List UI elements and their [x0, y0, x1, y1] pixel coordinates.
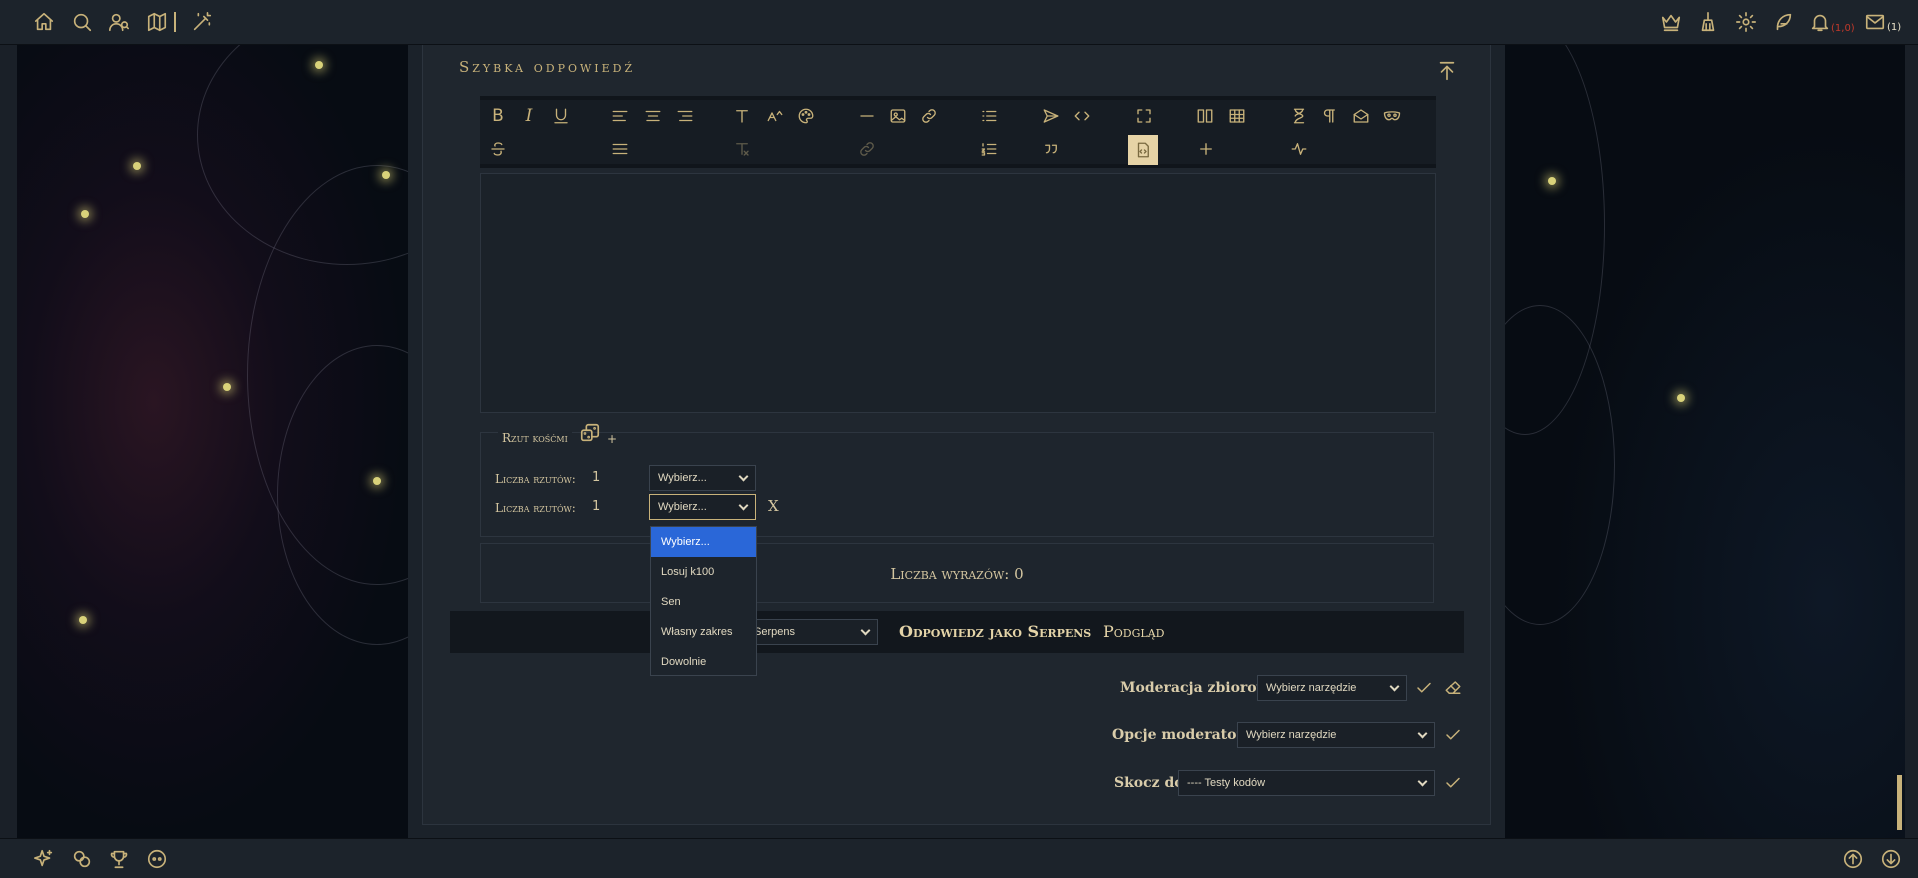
users-icon[interactable] — [106, 9, 132, 35]
pilcrow-icon[interactable] — [1318, 105, 1340, 127]
bulk-moderation-submit-icon[interactable] — [1415, 679, 1433, 701]
dice-count-input[interactable]: 1 — [592, 470, 642, 490]
jump-to-select[interactable]: ---- Testy kodów — [1178, 770, 1435, 796]
align-center-icon[interactable] — [642, 105, 664, 127]
send-icon[interactable] — [1040, 105, 1062, 127]
chevron-down-icon — [1417, 728, 1428, 738]
eraser-icon[interactable] — [1444, 679, 1462, 701]
dropdown-option[interactable]: Dowolnie — [651, 647, 756, 677]
dice-type-select[interactable]: Wybierz... — [649, 494, 756, 520]
bulk-moderation-select[interactable]: Wybierz narzędzie — [1257, 675, 1407, 701]
dropdown-option[interactable]: Losuj k100 — [651, 557, 756, 587]
reply-editor[interactable] — [480, 173, 1436, 413]
remove-dice-button[interactable]: X — [768, 497, 779, 515]
notification-count: (1,0) — [1831, 23, 1855, 34]
justify-icon[interactable] — [609, 138, 631, 160]
pulse-icon[interactable] — [1288, 138, 1310, 160]
link-icon[interactable] — [918, 105, 940, 127]
word-count: Liczba wyrazów: 0 — [890, 565, 1024, 583]
chevron-down-icon — [738, 500, 749, 510]
dice-type-select[interactable]: Wybierz... — [649, 465, 756, 491]
page-scrollbar-thumb[interactable] — [1897, 775, 1902, 830]
jump-to-value: ---- Testy kodów — [1187, 777, 1266, 789]
envelope-icon[interactable] — [1350, 105, 1372, 127]
add-dice-button[interactable]: + — [607, 432, 617, 446]
discord-icon[interactable] — [144, 846, 170, 872]
chevron-down-icon — [1417, 776, 1428, 786]
character-select-value: Serpens — [754, 626, 795, 638]
unlink-icon — [856, 138, 878, 160]
top-navigation-bar: (1,0) (1) — [0, 0, 1918, 45]
nav-divider — [174, 12, 176, 32]
dice-type-dropdown: Wybierz... Losuj k100 Sen Własny zakres … — [650, 526, 757, 676]
code-icon[interactable] — [1071, 105, 1093, 127]
dropdown-option[interactable]: Sen — [651, 587, 756, 617]
home-icon[interactable] — [31, 9, 57, 35]
align-right-icon[interactable] — [674, 105, 696, 127]
dice-icon — [577, 420, 603, 446]
search-icon[interactable] — [69, 9, 95, 35]
dice-roll-title: Rzut kośćmi — [498, 431, 572, 445]
chevron-down-icon — [860, 625, 871, 635]
map-icon[interactable] — [144, 9, 170, 35]
chevron-down-icon — [738, 471, 749, 481]
reply-as-button[interactable]: Odpowiedz jako Serpens — [899, 622, 1091, 641]
bulk-moderation-value: Wybierz narzędzie — [1266, 682, 1357, 694]
feather-icon[interactable] — [1770, 9, 1796, 35]
font-size-icon[interactable] — [764, 105, 786, 127]
bottom-navigation-bar — [0, 838, 1918, 878]
dice-count-label: Liczba rzutów: — [495, 501, 576, 515]
dropdown-option[interactable]: Wybierz... — [651, 527, 756, 557]
mail-count: (1) — [1887, 22, 1902, 33]
hourglass-icon[interactable] — [1288, 105, 1310, 127]
quote-icon[interactable] — [1040, 138, 1062, 160]
scroll-up-icon[interactable] — [1840, 846, 1866, 872]
scroll-down-icon[interactable] — [1878, 846, 1904, 872]
dice-count-label: Liczba rzutów: — [495, 472, 576, 486]
trophy-icon[interactable] — [106, 846, 132, 872]
gear-icon[interactable] — [1733, 9, 1759, 35]
image-icon[interactable] — [887, 105, 909, 127]
bullet-list-icon[interactable] — [978, 105, 1000, 127]
dropdown-option[interactable]: Własny zakres — [651, 617, 756, 647]
jump-to-submit-icon[interactable] — [1444, 774, 1462, 796]
moderator-options-submit-icon[interactable] — [1444, 726, 1462, 748]
dice-type-value: Wybierz... — [658, 501, 707, 513]
character-select[interactable]: Serpens — [745, 619, 878, 645]
moderator-options-select[interactable]: Wybierz narzędzie — [1237, 722, 1435, 748]
source-icon[interactable] — [1128, 135, 1158, 165]
moderator-options-value: Wybierz narzędzie — [1246, 729, 1337, 741]
align-left-icon[interactable] — [609, 105, 631, 127]
preview-button[interactable]: Podgląd — [1103, 622, 1164, 641]
numbered-list-icon[interactable] — [978, 138, 1000, 160]
plus-icon[interactable] — [1195, 138, 1217, 160]
color-palette-icon[interactable] — [795, 105, 817, 127]
links-icon[interactable] — [69, 846, 95, 872]
crown-icon[interactable] — [1658, 9, 1684, 35]
table-icon[interactable] — [1226, 105, 1248, 127]
underline-icon[interactable] — [550, 105, 572, 127]
mask-icon[interactable] — [1381, 105, 1403, 127]
collapse-to-top-icon[interactable] — [1434, 58, 1460, 84]
fullscreen-icon[interactable] — [1133, 105, 1155, 127]
background-art-left — [17, 45, 408, 838]
background-art-right — [1505, 45, 1905, 838]
mail-icon[interactable] — [1862, 9, 1888, 35]
broom-icon[interactable] — [1695, 9, 1721, 35]
clear-format-icon — [731, 138, 753, 160]
dice-count-input[interactable]: 1 — [592, 499, 642, 519]
dice-type-value: Wybierz... — [658, 472, 707, 484]
chevron-down-icon — [1389, 681, 1400, 691]
layout-icon[interactable] — [1194, 105, 1216, 127]
italic-icon[interactable]: I — [518, 105, 540, 127]
bell-icon[interactable] — [1807, 9, 1833, 35]
strikethrough-icon[interactable] — [487, 138, 509, 160]
bold-icon[interactable]: B — [487, 105, 509, 127]
quick-reply-title: Szybka odpowiedź — [459, 58, 636, 76]
sparkles-icon[interactable] — [31, 846, 57, 872]
font-icon[interactable] — [731, 105, 753, 127]
horizontal-rule-icon[interactable] — [856, 105, 878, 127]
magic-wand-icon[interactable] — [189, 9, 215, 35]
